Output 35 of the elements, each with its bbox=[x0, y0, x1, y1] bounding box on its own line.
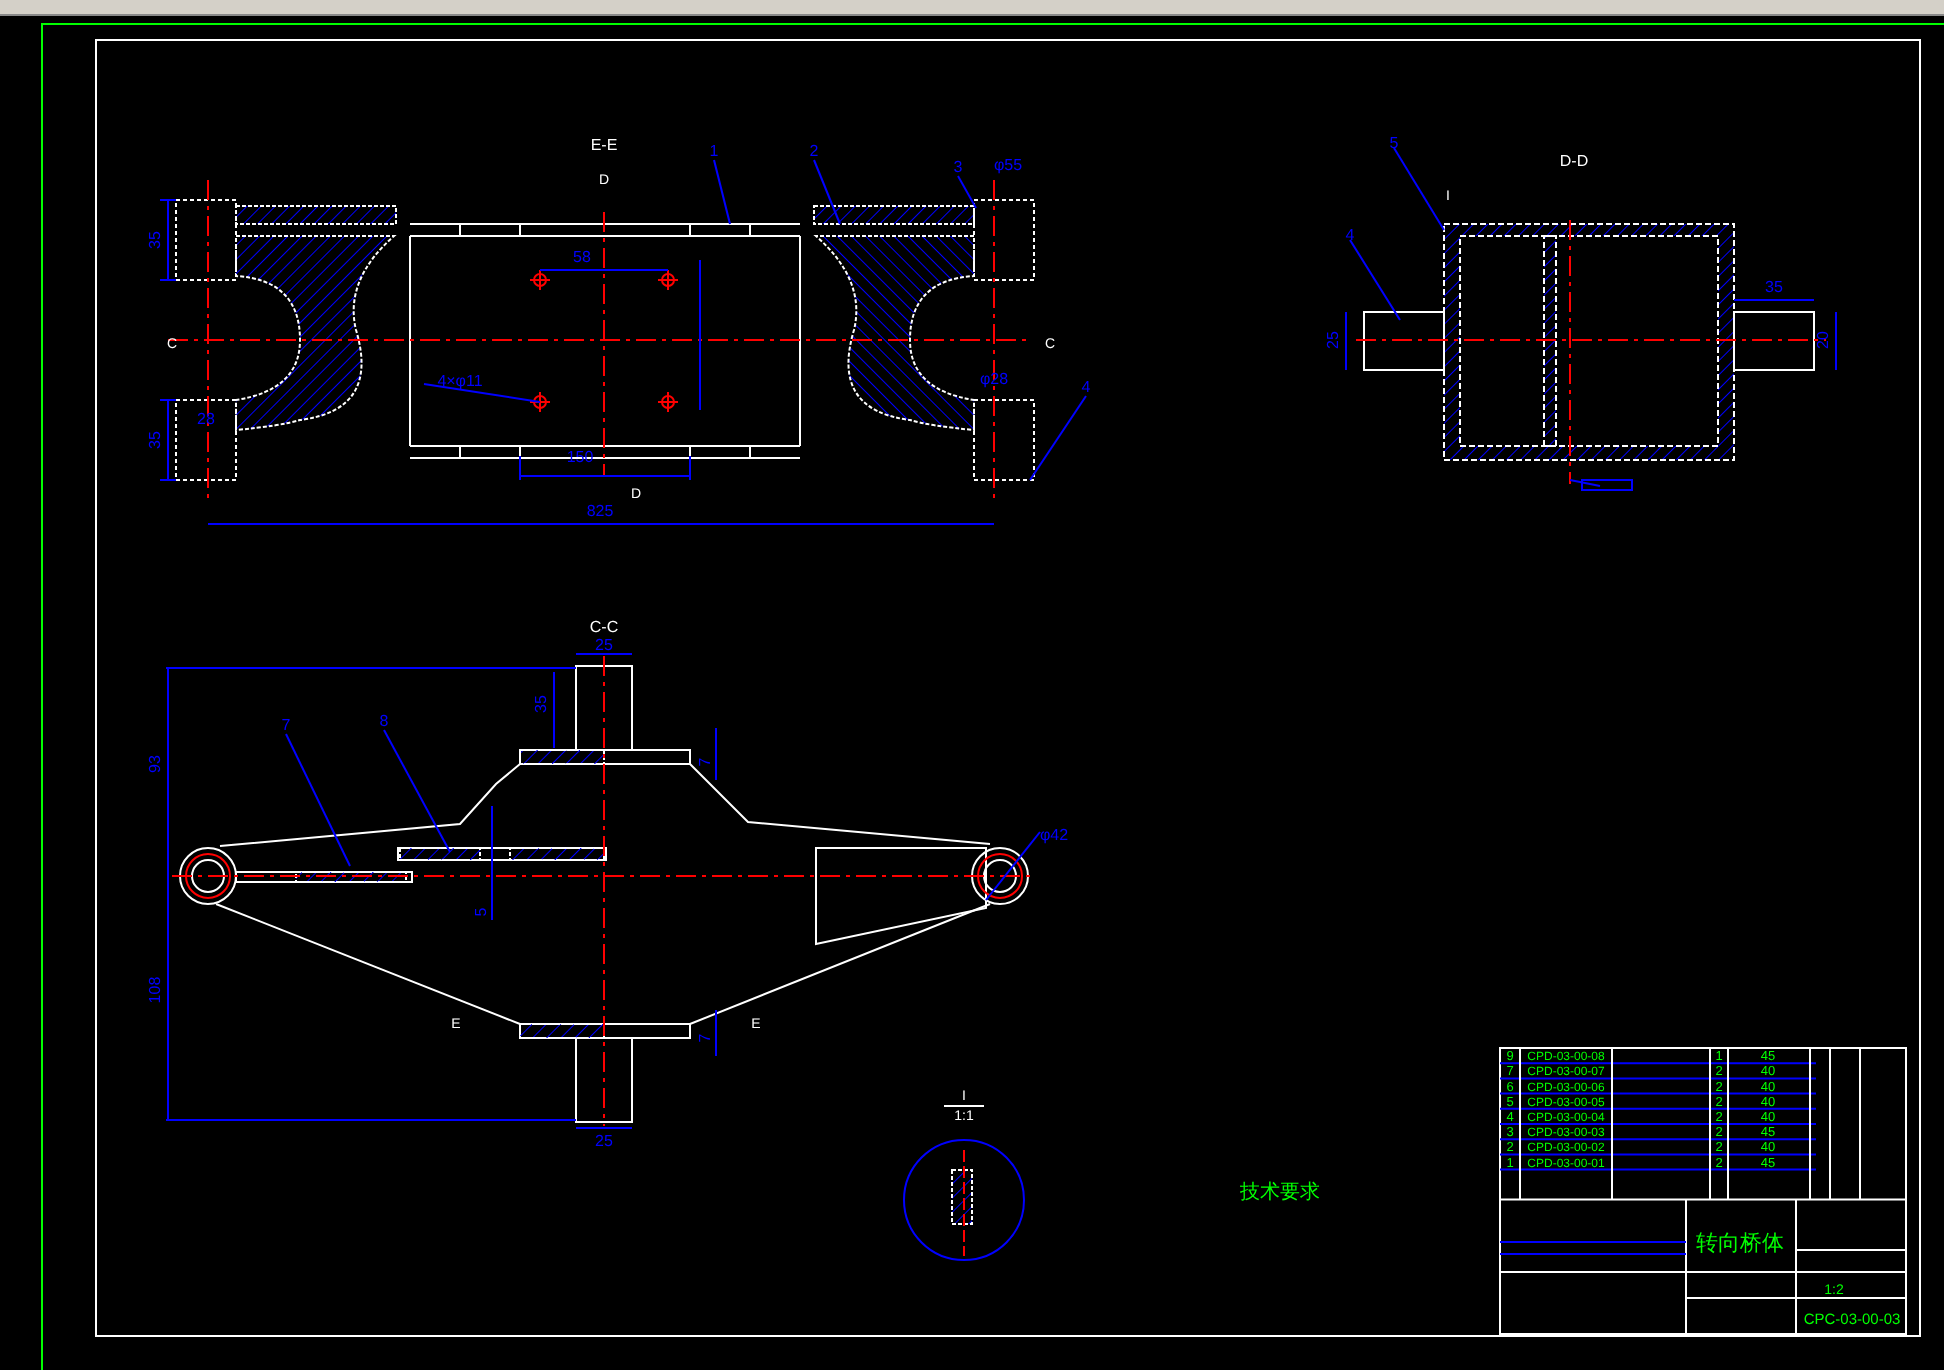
dimension-label: 28 bbox=[197, 410, 215, 428]
detail-view-drawing bbox=[903, 1139, 1025, 1261]
view-title: E-E bbox=[590, 136, 618, 154]
dimension-label: φ28 bbox=[979, 370, 1009, 388]
view-title: C-C bbox=[589, 618, 619, 636]
dimension-label: 20 bbox=[1814, 331, 1832, 349]
dimension-label: 58 bbox=[573, 248, 591, 266]
dimension-label: 825 bbox=[586, 502, 614, 520]
dimension-label: 35 bbox=[1765, 278, 1783, 296]
tech-requirements-title: 技术要求 bbox=[1240, 1182, 1320, 1204]
dimension-label: 4×φ11 bbox=[437, 372, 483, 390]
part-number-label: 3 bbox=[953, 158, 963, 176]
part-number-label: 2 bbox=[809, 142, 819, 160]
dimension-label: 25 bbox=[1324, 331, 1342, 349]
dimension-label: 35 bbox=[532, 695, 550, 713]
dimension-label: 25 bbox=[595, 636, 613, 654]
part-number-label: 1 bbox=[709, 142, 719, 160]
dimension-label: 93 bbox=[146, 755, 164, 773]
view-title: D-D bbox=[1559, 152, 1589, 170]
dimension-label: 108 bbox=[146, 976, 164, 1004]
part-number-label: 8 bbox=[379, 712, 389, 730]
dimension-label: 25 bbox=[595, 1132, 613, 1150]
part-name: 转向桥体 bbox=[1696, 1232, 1784, 1256]
dimension-label: 7 bbox=[696, 757, 714, 767]
part-number-label: 5 bbox=[1389, 134, 1399, 152]
dimension-label: 35 bbox=[146, 431, 164, 449]
dimension-label: 35 bbox=[146, 231, 164, 249]
part-number-label: 7 bbox=[281, 716, 291, 734]
dimension-label: 7 bbox=[696, 1033, 714, 1043]
dimension-label: φ42 bbox=[1039, 826, 1069, 844]
part-number-label: 4 bbox=[1081, 378, 1091, 396]
part-number-label: 4 bbox=[1345, 226, 1355, 244]
dimension-label: 5 bbox=[472, 907, 490, 917]
dimension-label: φ55 bbox=[993, 156, 1023, 174]
scale-fraction-line bbox=[943, 1105, 985, 1107]
